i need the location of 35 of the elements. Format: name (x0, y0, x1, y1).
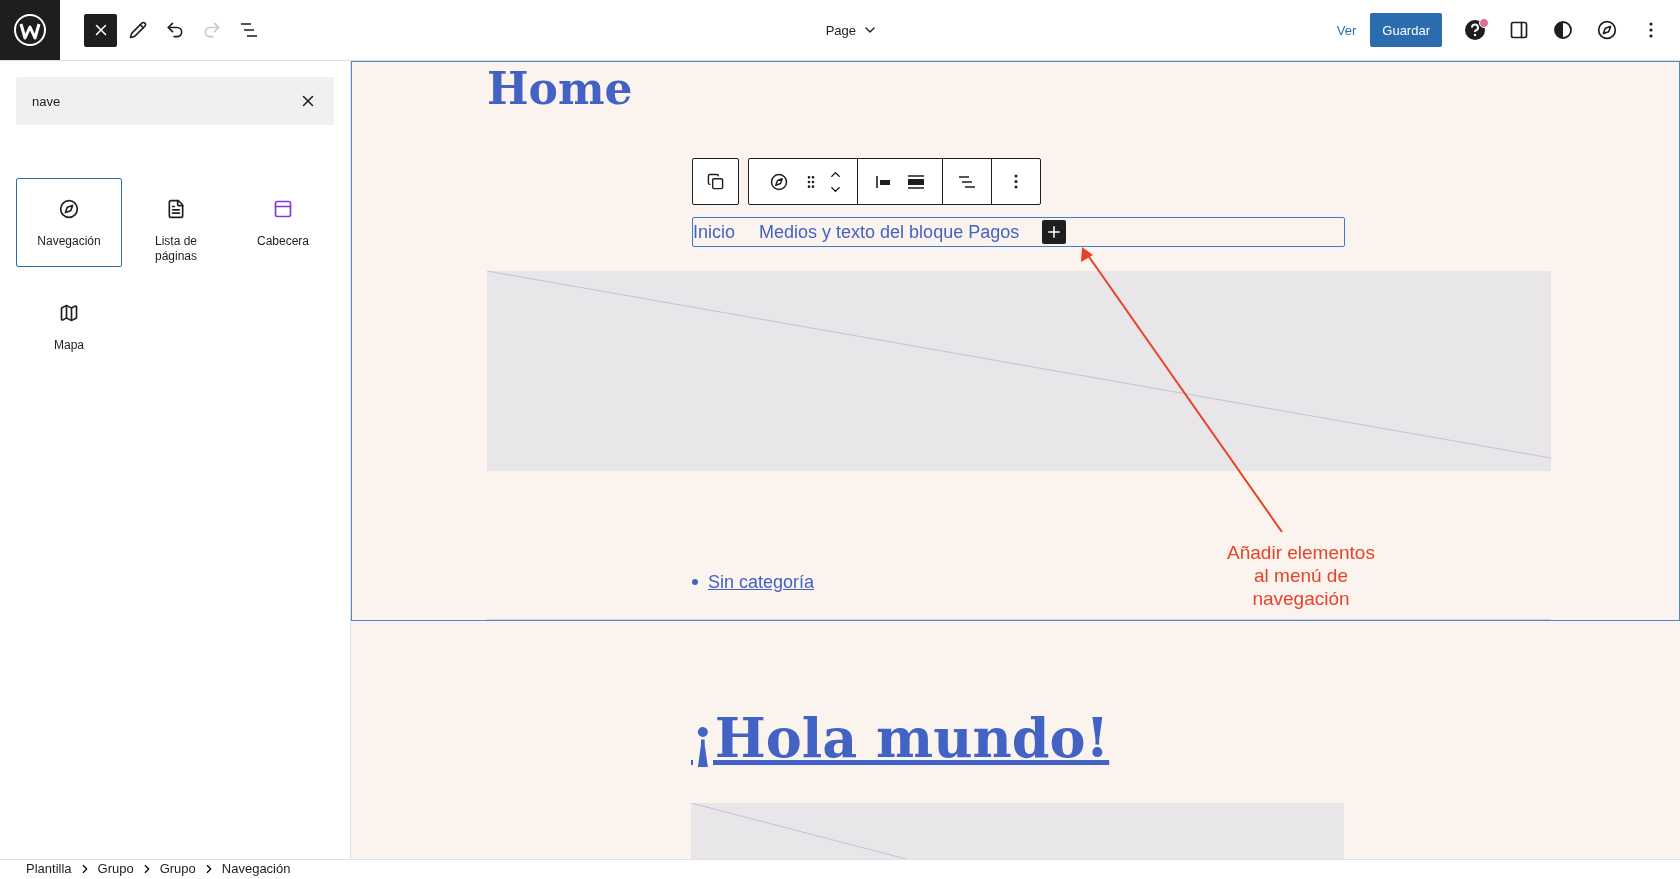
annotation-text: Añadir elementos al menú de navegación (1226, 541, 1376, 610)
page-title: Home (487, 62, 634, 116)
post-title-link[interactable]: ¡Hola mundo! (691, 703, 1110, 773)
undo-icon (164, 20, 185, 40)
bullet (692, 579, 698, 585)
sidebar-icon (1509, 20, 1529, 40)
compass-icon (1597, 20, 1617, 40)
copy-icon (707, 173, 724, 190)
layout-icon (273, 199, 293, 219)
document-icon (166, 199, 186, 219)
breadcrumb-item[interactable]: Grupo (97, 860, 134, 877)
contrast-icon (1553, 20, 1573, 40)
document-title[interactable]: Page (819, 21, 885, 39)
view-link[interactable]: Ver (1328, 22, 1365, 38)
compass-icon (59, 199, 79, 219)
breadcrumb-item[interactable]: Navegación (221, 860, 291, 877)
add-button[interactable] (1042, 220, 1067, 244)
logo[interactable] (0, 0, 60, 60)
breadcrumb-item[interactable]: Grupo (159, 860, 196, 877)
kebab-icon (1014, 174, 1018, 189)
kebab-icon (1649, 22, 1653, 38)
category-link[interactable]: Sin categoría (708, 570, 815, 594)
pencil-icon (128, 21, 147, 39)
search-field[interactable]: nave (16, 77, 334, 125)
list-view-icon (238, 20, 259, 40)
save-button[interactable]: Guardar (1370, 13, 1442, 47)
logo-icon (13, 13, 47, 47)
nav-link[interactable]: Inicio (693, 221, 736, 243)
close-button[interactable] (84, 13, 117, 47)
map-icon (59, 303, 79, 323)
block-item[interactable]: Navegación (16, 178, 122, 267)
nav-link[interactable]: Medios y texto del bloque Pagos (759, 221, 1020, 243)
compass-icon (769, 172, 788, 191)
breadcrumb-item[interactable]: Plantilla (26, 860, 72, 877)
help-icon (1464, 19, 1486, 41)
